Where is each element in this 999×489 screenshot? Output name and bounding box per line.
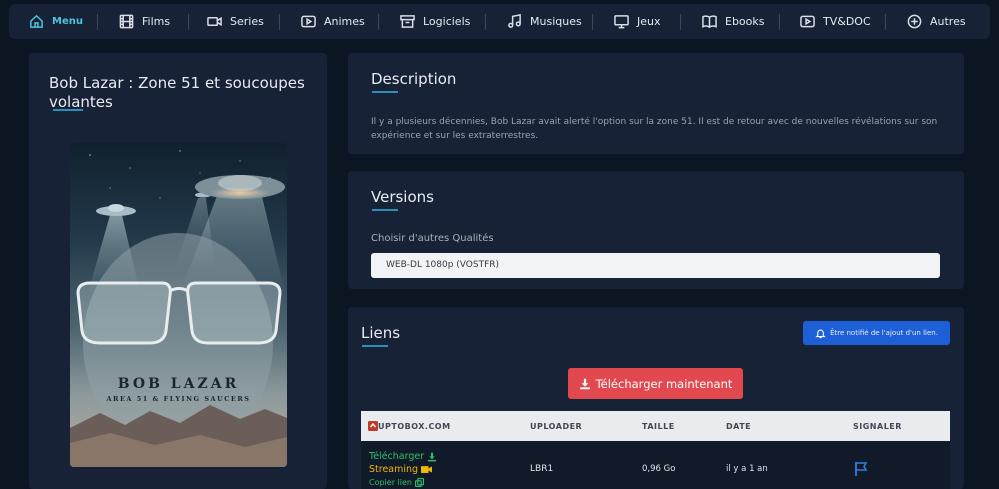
notify-button[interactable]: Être notifié de l'ajout d'un lien. xyxy=(803,321,950,345)
nav-label: Animes xyxy=(324,15,365,28)
title-underline xyxy=(372,209,398,211)
nav-label: Films xyxy=(142,15,171,28)
nav-divider xyxy=(97,13,98,30)
nav-item-ebooks[interactable]: Ebooks xyxy=(702,4,765,39)
movie-poster[interactable]: BOB LAZAR AREA 51 & FLYING SAUCERS xyxy=(70,143,287,467)
poster-artwork xyxy=(70,150,287,467)
nav-divider xyxy=(279,13,280,30)
title-underline xyxy=(362,345,388,347)
host-column-header: UPTOBOX.COM xyxy=(368,421,451,431)
music-icon xyxy=(508,14,521,28)
uptobox-logo-icon xyxy=(368,421,378,431)
quality-select[interactable]: WEB-DL 1080p (VOSTFR) xyxy=(371,253,940,278)
uploader-cell: LBR1 xyxy=(530,464,554,474)
archive-icon xyxy=(400,15,415,28)
nav-item-series[interactable]: Series xyxy=(207,4,264,39)
copy-link[interactable]: Copier lien xyxy=(369,478,424,487)
versions-title: Versions xyxy=(371,188,434,206)
nav-item-tvdoc[interactable]: TV&DOC xyxy=(800,4,871,39)
description-title: Description xyxy=(371,70,457,88)
report-column-header: SIGNALER xyxy=(853,421,902,431)
nav-divider xyxy=(779,13,780,30)
nav-item-animes[interactable]: Animes xyxy=(301,4,365,39)
nav-label: Menu xyxy=(52,16,83,27)
nav-label: Logiciels xyxy=(423,15,471,28)
nav-item-autres[interactable]: Autres xyxy=(907,4,966,39)
links-title: Liens xyxy=(361,324,401,342)
nav-label: Autres xyxy=(930,15,966,28)
nav-item-logiciels[interactable]: Logiciels xyxy=(400,4,470,39)
video-camera-icon xyxy=(207,16,222,27)
poster-subtitle: AREA 51 & FLYING SAUCERS xyxy=(106,395,251,403)
download-now-button[interactable]: Télécharger maintenant xyxy=(568,368,743,399)
home-icon xyxy=(30,14,43,28)
download-link[interactable]: Télécharger xyxy=(369,451,437,462)
download-icon xyxy=(428,452,437,461)
play-icon xyxy=(301,15,316,28)
movie-title: Bob Lazar : Zone 51 et soucoupes volante… xyxy=(49,74,305,111)
nav-label: Ebooks xyxy=(725,15,765,28)
nav-item-musiques[interactable]: Musiques xyxy=(507,4,582,39)
book-icon xyxy=(702,15,717,29)
download-icon xyxy=(579,378,590,389)
uploader-column-header: UPLOADER xyxy=(530,421,583,431)
quality-label: Choisir d'autres Qualités xyxy=(371,233,494,244)
poster-title: BOB LAZAR xyxy=(117,376,240,392)
links-card: Liens Être notifié de l'ajout d'un lien.… xyxy=(348,307,964,489)
nav-label: Jeux xyxy=(637,15,661,28)
top-navigation: Menu Films Series Animes Logiciels Musiq… xyxy=(9,4,990,39)
nav-divider xyxy=(485,13,486,30)
plus-circle-icon xyxy=(907,14,922,29)
download-label: Télécharger maintenant xyxy=(595,376,733,391)
nav-divider xyxy=(378,13,379,30)
title-underline xyxy=(372,91,398,93)
flag-icon[interactable] xyxy=(854,461,868,477)
date-cell: il y a 1 an xyxy=(726,464,768,474)
size-column-header: TAILLE xyxy=(642,421,675,431)
nav-label: TV&DOC xyxy=(823,15,871,28)
nav-divider xyxy=(188,13,189,30)
size-cell: 0,96 Go xyxy=(642,464,676,474)
title-underline xyxy=(53,109,83,111)
links-table-header: UPTOBOX.COM UPLOADER TAILLE DATE SIGNALE… xyxy=(361,411,950,441)
copy-icon xyxy=(414,478,424,487)
nav-divider xyxy=(592,13,593,30)
nav-item-menu[interactable]: Menu xyxy=(29,4,83,39)
film-icon xyxy=(119,14,134,29)
monitor-icon xyxy=(614,15,629,29)
tv-icon xyxy=(800,15,815,28)
nav-item-jeux[interactable]: Jeux xyxy=(614,4,661,39)
table-row: Télécharger Streaming Copier lien LBR1 0… xyxy=(361,441,950,489)
nav-divider xyxy=(885,13,886,30)
description-card: Description Il y a plusieurs décennies, … xyxy=(348,53,964,154)
nav-label: Musiques xyxy=(530,15,582,28)
notify-label: Être notifié de l'ajout d'un lien. xyxy=(830,329,938,337)
video-camera-icon xyxy=(421,466,433,473)
nav-label: Series xyxy=(230,15,264,28)
date-column-header: DATE xyxy=(726,421,752,431)
description-text: Il y a plusieurs décennies, Bob Lazar av… xyxy=(371,117,938,141)
streaming-link[interactable]: Streaming xyxy=(369,464,433,475)
bell-icon xyxy=(815,329,826,338)
versions-card: Versions Choisir d'autres Qualités WEB-D… xyxy=(348,171,964,289)
movie-info-panel: Bob Lazar : Zone 51 et soucoupes volante… xyxy=(29,53,327,489)
nav-item-films[interactable]: Films xyxy=(119,4,170,39)
nav-divider xyxy=(680,13,681,30)
